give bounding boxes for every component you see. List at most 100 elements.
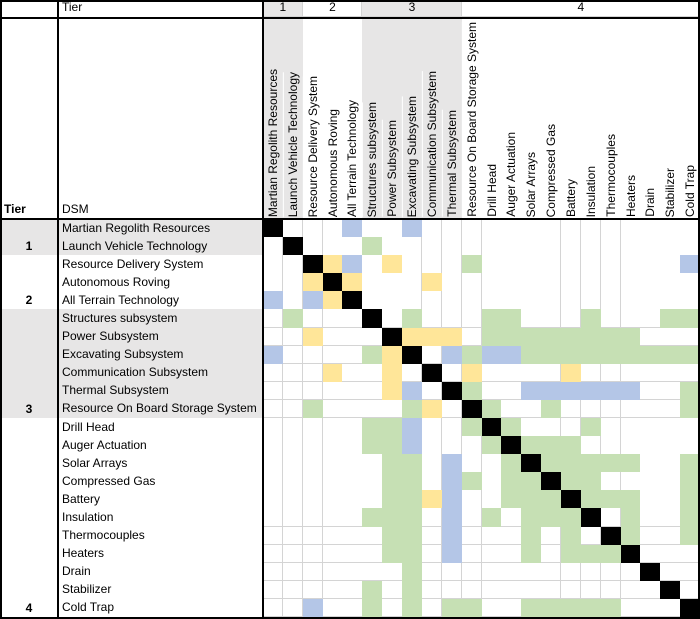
matrix-cell[interactable]	[263, 327, 284, 347]
matrix-cell[interactable]	[580, 454, 602, 473]
matrix-cell[interactable]	[541, 418, 562, 437]
matrix-cell[interactable]	[501, 219, 522, 238]
matrix-cell[interactable]	[302, 472, 324, 491]
matrix-cell[interactable]	[560, 237, 582, 256]
matrix-cell[interactable]	[640, 219, 661, 238]
diagonal-cell[interactable]	[521, 454, 542, 473]
matrix-cell[interactable]	[560, 345, 582, 365]
matrix-cell[interactable]	[640, 363, 661, 383]
matrix-cell[interactable]	[481, 544, 502, 564]
diagonal-cell[interactable]	[640, 562, 661, 582]
matrix-cell[interactable]	[322, 399, 343, 419]
matrix-cell[interactable]	[521, 219, 542, 238]
matrix-cell[interactable]	[481, 219, 502, 238]
matrix-cell[interactable]	[461, 237, 482, 256]
diagonal-cell[interactable]	[302, 255, 324, 274]
matrix-cell[interactable]	[342, 544, 363, 564]
matrix-cell[interactable]	[421, 436, 443, 455]
matrix-cell[interactable]	[282, 327, 304, 347]
matrix-cell[interactable]	[382, 255, 403, 274]
diagonal-cell[interactable]	[441, 381, 463, 401]
matrix-cell[interactable]	[382, 345, 403, 365]
matrix-cell[interactable]	[481, 526, 502, 546]
matrix-cell[interactable]	[362, 562, 383, 582]
matrix-cell[interactable]	[620, 273, 641, 292]
matrix-cell[interactable]	[461, 544, 482, 564]
matrix-cell[interactable]	[620, 598, 641, 618]
matrix-cell[interactable]	[421, 526, 443, 546]
matrix-cell[interactable]	[501, 309, 522, 329]
matrix-cell[interactable]	[580, 219, 602, 238]
matrix-cell[interactable]	[302, 327, 324, 347]
matrix-cell[interactable]	[382, 363, 403, 383]
matrix-cell[interactable]	[660, 472, 681, 491]
diagonal-cell[interactable]	[660, 580, 681, 600]
matrix-cell[interactable]	[660, 291, 681, 310]
matrix-cell[interactable]	[580, 309, 602, 329]
matrix-cell[interactable]	[640, 237, 661, 256]
matrix-cell[interactable]	[541, 345, 562, 365]
diagonal-cell[interactable]	[541, 472, 562, 491]
matrix-cell[interactable]	[560, 562, 582, 582]
matrix-cell[interactable]	[660, 490, 681, 509]
matrix-cell[interactable]	[580, 580, 602, 600]
matrix-cell[interactable]	[541, 562, 562, 582]
matrix-cell[interactable]	[282, 598, 304, 618]
matrix-cell[interactable]	[600, 309, 622, 329]
matrix-cell[interactable]	[640, 418, 661, 437]
matrix-cell[interactable]	[600, 327, 622, 347]
matrix-cell[interactable]	[322, 237, 343, 256]
matrix-cell[interactable]	[461, 508, 482, 528]
matrix-cell[interactable]	[501, 526, 522, 546]
matrix-cell[interactable]	[660, 363, 681, 383]
matrix-cell[interactable]	[263, 472, 284, 491]
matrix-cell[interactable]	[402, 219, 423, 238]
matrix-cell[interactable]	[402, 255, 423, 274]
matrix-cell[interactable]	[541, 436, 562, 455]
matrix-cell[interactable]	[541, 327, 562, 347]
diagonal-cell[interactable]	[461, 399, 482, 419]
matrix-cell[interactable]	[541, 580, 562, 600]
matrix-cell[interactable]	[382, 598, 403, 618]
matrix-cell[interactable]	[620, 418, 641, 437]
matrix-cell[interactable]	[342, 418, 363, 437]
matrix-cell[interactable]	[322, 454, 343, 473]
matrix-cell[interactable]	[501, 580, 522, 600]
matrix-cell[interactable]	[541, 598, 562, 618]
matrix-cell[interactable]	[481, 508, 502, 528]
matrix-cell[interactable]	[461, 562, 482, 582]
matrix-cell[interactable]	[481, 472, 502, 491]
matrix-cell[interactable]	[481, 399, 502, 419]
matrix-cell[interactable]	[600, 399, 622, 419]
matrix-cell[interactable]	[481, 580, 502, 600]
matrix-cell[interactable]	[660, 309, 681, 329]
matrix-cell[interactable]	[481, 273, 502, 292]
matrix-cell[interactable]	[501, 237, 522, 256]
matrix-cell[interactable]	[481, 309, 502, 329]
matrix-cell[interactable]	[580, 562, 602, 582]
matrix-cell[interactable]	[660, 381, 681, 401]
matrix-cell[interactable]	[302, 580, 324, 600]
matrix-cell[interactable]	[580, 472, 602, 491]
matrix-cell[interactable]	[481, 490, 502, 509]
matrix-cell[interactable]	[421, 327, 443, 347]
matrix-cell[interactable]	[560, 544, 582, 564]
matrix-cell[interactable]	[501, 273, 522, 292]
matrix-cell[interactable]	[302, 490, 324, 509]
matrix-cell[interactable]	[362, 255, 383, 274]
matrix-cell[interactable]	[302, 508, 324, 528]
matrix-cell[interactable]	[620, 526, 641, 546]
matrix-cell[interactable]	[322, 291, 343, 310]
matrix-cell[interactable]	[282, 399, 304, 419]
matrix-cell[interactable]	[541, 255, 562, 274]
diagonal-cell[interactable]	[382, 327, 403, 347]
matrix-cell[interactable]	[263, 381, 284, 401]
matrix-cell[interactable]	[441, 418, 463, 437]
diagonal-cell[interactable]	[402, 345, 423, 365]
matrix-cell[interactable]	[620, 436, 641, 455]
matrix-cell[interactable]	[580, 237, 602, 256]
matrix-cell[interactable]	[640, 327, 661, 347]
matrix-cell[interactable]	[640, 255, 661, 274]
matrix-cell[interactable]	[421, 454, 443, 473]
matrix-cell[interactable]	[600, 562, 622, 582]
